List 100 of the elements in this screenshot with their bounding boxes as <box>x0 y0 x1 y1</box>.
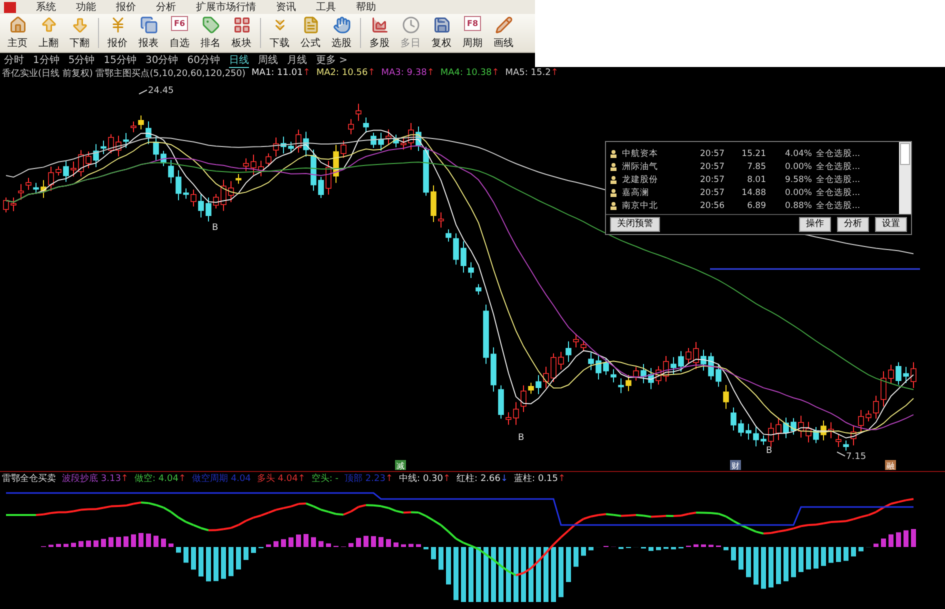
price-change: 0.00% <box>784 162 813 172</box>
tag-icon <box>202 16 220 34</box>
stock-name: 嘉高澜 <box>622 186 650 198</box>
indicator-value: 顶部 2.23↑ <box>344 472 394 485</box>
toolbar-button[interactable]: 多股 <box>364 14 395 52</box>
alert-row[interactable]: 龙建股份 20:57 8.01 9.58% 全仓选股... <box>610 173 897 186</box>
alert-time: 20:57 <box>700 188 726 198</box>
scroll-bar[interactable] <box>899 142 911 214</box>
strategy-name: 全仓选股... <box>816 200 862 212</box>
indicator-value: 空头: - <box>311 472 339 485</box>
up-arrow-icon <box>40 16 58 34</box>
period-tab[interactable]: 月线 <box>286 52 307 68</box>
indicator-value: 波段抄底 3.13↑ <box>62 472 128 485</box>
stock-name: 中航资本 <box>622 148 659 160</box>
strategy-name: 全仓选股... <box>816 148 862 160</box>
indicator-value: 做空周期 4.04 <box>192 472 251 485</box>
alert-row[interactable]: 嘉高澜 20:57 14.88 0.00% 全仓选股... <box>610 186 897 199</box>
price-change: 9.58% <box>784 174 813 184</box>
app-logo-icon <box>4 2 16 12</box>
stock-price: 7.85 <box>746 162 767 172</box>
toolbar-button[interactable]: 选股 <box>326 14 357 52</box>
key-icon: F6 <box>170 16 188 31</box>
period-tab[interactable]: 5分钟 <box>68 52 95 68</box>
moving-average-value: MA1: 11.01↑ <box>252 68 310 78</box>
toolbar-button[interactable]: 下载 <box>264 14 295 52</box>
menu-item[interactable]: 帮助 <box>356 0 376 14</box>
toolbar-button[interactable]: 报价 <box>102 14 133 52</box>
stock-name: 洲际油气 <box>622 160 659 172</box>
save-icon <box>432 16 450 34</box>
panel-button[interactable]: 设置 <box>875 217 907 232</box>
alert-time: 20:57 <box>700 162 726 172</box>
buy-mark: B <box>212 223 218 233</box>
toolbar-button[interactable]: F6 自选 <box>164 14 195 52</box>
toolbar-button[interactable]: 排名 <box>195 14 226 52</box>
menu-item[interactable]: 工具 <box>316 0 336 14</box>
period-tab[interactable]: 15分钟 <box>104 52 136 68</box>
pencil-icon <box>494 16 512 34</box>
toolbar-button[interactable]: 复权 <box>426 14 457 52</box>
toolbar-button[interactable]: 画线 <box>488 14 519 52</box>
period-tab[interactable]: 30分钟 <box>145 52 178 68</box>
leader-line <box>138 90 148 94</box>
menu-item[interactable]: 资讯 <box>276 0 296 14</box>
alert-time: 20:57 <box>700 174 726 184</box>
indicator-value: 中线: 0.30↑ <box>399 472 451 485</box>
period-tab[interactable]: 分时 <box>4 52 24 68</box>
panel-button[interactable]: 分析 <box>837 217 869 232</box>
toolbar-button[interactable]: F8 周期 <box>457 14 488 52</box>
panel-button[interactable]: 操作 <box>799 217 831 232</box>
toolbar-button[interactable]: 上翻 <box>33 14 64 52</box>
buy-mark: B <box>518 433 524 443</box>
clock-icon <box>402 16 420 34</box>
moving-average-value: MA3: 9.38↑ <box>381 68 434 78</box>
alert-row[interactable]: 洲际油气 20:57 7.85 0.00% 全仓选股... <box>610 160 897 173</box>
period-tab[interactable]: 60分钟 <box>187 52 220 68</box>
menu-item[interactable]: 功能 <box>76 0 96 14</box>
alert-row[interactable]: 中航资本 20:57 15.21 4.04% 全仓选股... <box>610 147 897 160</box>
toolbar-button[interactable]: 板块 <box>226 14 257 52</box>
period-tab[interactable]: 1分钟 <box>33 52 60 68</box>
stock-price: 8.01 <box>746 174 767 184</box>
home-icon <box>8 16 26 34</box>
person-icon <box>610 150 617 158</box>
menu-item[interactable]: 报价 <box>116 0 136 14</box>
alert-row[interactable]: 南京中北 20:56 6.89 0.88% 全仓选股... <box>610 199 897 212</box>
menu-item[interactable]: 系统 <box>36 0 56 14</box>
menu-item[interactable]: 分析 <box>156 0 176 14</box>
key-icon: F8 <box>464 16 482 31</box>
strategy-name: 全仓选股... <box>816 160 862 172</box>
period-tab[interactable]: 日线 <box>228 52 249 68</box>
grid-icon <box>232 16 250 34</box>
price-change: 4.04% <box>784 148 813 158</box>
leader-line <box>836 452 846 456</box>
event-tag: 融 <box>885 460 896 470</box>
period-tab[interactable]: 周线 <box>258 52 278 68</box>
moving-average-value: MA4: 10.38↑ <box>440 68 500 78</box>
event-tag: 减 <box>395 460 406 470</box>
stock-name: 南京中北 <box>622 200 659 212</box>
document-icon <box>302 16 320 34</box>
price-change: 0.00% <box>784 188 813 198</box>
toolbar-button[interactable]: 报表 <box>133 14 164 52</box>
buy-mark: B <box>766 446 772 456</box>
price-label: 24.45 <box>148 86 174 96</box>
stock-price: 14.88 <box>740 188 767 198</box>
person-icon <box>610 176 617 184</box>
stock-price: 15.21 <box>740 148 767 158</box>
person-icon <box>610 162 617 170</box>
close-alert-button[interactable]: 关闭预警 <box>610 217 660 232</box>
menu-item[interactable]: 扩展市场行情 <box>196 0 256 14</box>
toolbar-button[interactable]: 公式 <box>295 14 326 52</box>
stock-price: 6.89 <box>746 200 767 210</box>
moving-average-value: MA5: 15.2↑ <box>505 68 558 78</box>
indicator-title: 雷鄂全仓买卖 <box>2 472 56 485</box>
period-tab[interactable]: 更多 > <box>316 52 348 68</box>
strategy-name: 全仓选股... <box>816 186 862 198</box>
alert-time: 20:57 <box>700 148 726 158</box>
moving-average-value: MA2: 10.56↑ <box>316 68 376 78</box>
toolbar-button[interactable]: 主页 <box>2 14 33 52</box>
indicator-value: 红柱: 2.66↓ <box>456 472 508 485</box>
hand-icon <box>332 16 350 34</box>
price-label: 7.15 <box>846 452 866 462</box>
toolbar-button[interactable]: 下翻 <box>64 14 95 52</box>
